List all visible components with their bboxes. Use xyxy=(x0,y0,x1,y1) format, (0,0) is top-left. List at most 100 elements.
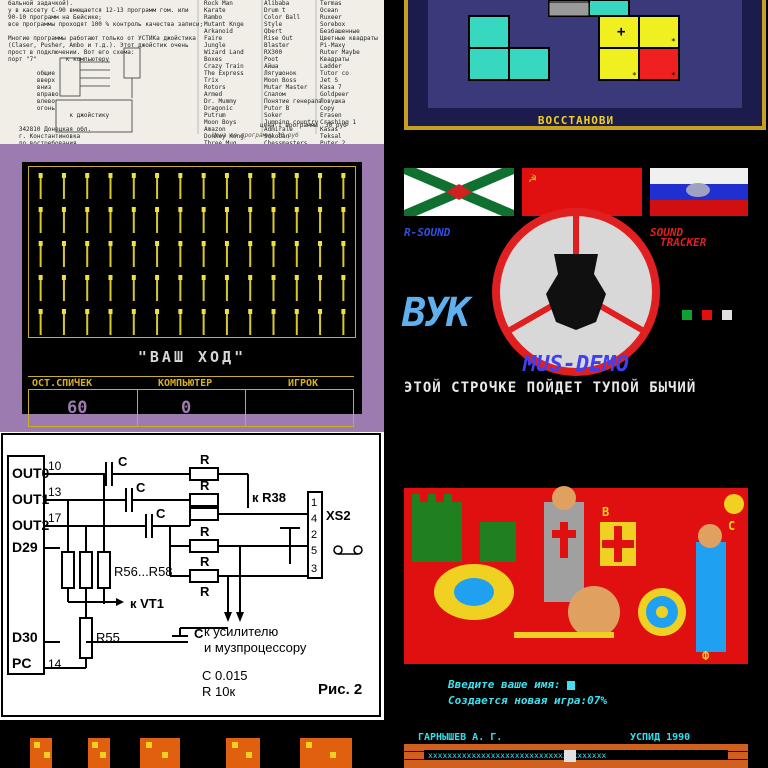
svg-text:10: 10 xyxy=(48,459,62,473)
match-stick xyxy=(131,241,136,267)
match-stick xyxy=(61,275,66,301)
mus-demo-screen: ☭ R-SOUND SOUND TRACKER ВУК MUS-DEMO ЭТО… xyxy=(384,144,768,432)
match-stick xyxy=(318,309,323,335)
svg-text:R: R xyxy=(200,524,210,539)
match-stick xyxy=(318,173,323,199)
match-stick xyxy=(201,309,206,335)
match-stick xyxy=(341,309,346,335)
svg-text:С: С xyxy=(728,519,735,533)
value-computer: 0 xyxy=(181,398,192,418)
match-stick xyxy=(155,207,160,233)
svg-text:R: R xyxy=(200,554,210,569)
pin-label-pc: PC xyxy=(12,655,31,671)
value-remaining: 60 xyxy=(67,398,88,418)
match-stick xyxy=(201,207,206,233)
flag-russia xyxy=(650,168,748,216)
puzzle-block-cyan xyxy=(468,47,510,81)
match-stick xyxy=(201,275,206,301)
match-stick xyxy=(294,207,299,233)
puzzle-block-cyan xyxy=(588,0,630,17)
match-stick xyxy=(224,207,229,233)
match-stick xyxy=(178,275,183,301)
svg-text:Ф: Ф xyxy=(702,649,710,663)
svg-text:C: C xyxy=(136,480,146,495)
pin-label-out0: OUT0 xyxy=(12,465,50,481)
match-stick xyxy=(178,241,183,267)
match-stick xyxy=(224,241,229,267)
match-stick xyxy=(108,275,113,301)
brick-wall: xxxxxxxxxxxxxxxxxxxxxxxxxxxxxxxxxxxxx xyxy=(404,744,748,768)
pin-label-d30: D30 xyxy=(12,629,38,645)
circuit-diagram: OUT0 OUT1 OUT2 D29 D30 PC 10 13 17 14 C … xyxy=(0,432,384,720)
match-stick xyxy=(131,275,136,301)
match-stick xyxy=(294,275,299,301)
svg-text:2: 2 xyxy=(311,529,317,541)
knight-figure xyxy=(544,486,584,602)
match-stick xyxy=(155,241,160,267)
svg-text:17: 17 xyxy=(48,511,62,525)
svg-text:В: В xyxy=(602,505,609,519)
match-stick xyxy=(61,241,66,267)
match-stick xyxy=(271,173,276,199)
match-stick xyxy=(131,173,136,199)
name-prompt-label: Введите ваше имя: xyxy=(448,678,561,691)
mercedes-logo-icon xyxy=(492,208,660,376)
loading-status: Создается новая игра:07% xyxy=(448,694,607,707)
svg-text:13: 13 xyxy=(48,485,62,499)
match-stick xyxy=(341,207,346,233)
match-stick xyxy=(38,173,43,199)
match-stick xyxy=(108,207,113,233)
match-stick xyxy=(248,309,253,335)
header-computer: КОМПЬЮТЕР xyxy=(158,378,213,389)
sprite-row xyxy=(30,738,352,768)
match-stick xyxy=(85,207,90,233)
puzzle-game-screen: + * * * ВОССТАНОВИ xyxy=(384,0,768,144)
label-to-vt1: к VT1 xyxy=(130,596,164,611)
label-to-amplifier: к усилителю xyxy=(204,624,278,639)
svg-text:C: C xyxy=(118,454,128,469)
svg-text:R: R xyxy=(200,452,210,467)
match-stick xyxy=(318,275,323,301)
svg-text:R: R xyxy=(200,584,210,599)
match-stick xyxy=(294,309,299,335)
header-player: ИГРОК xyxy=(288,378,319,389)
match-stick xyxy=(201,241,206,267)
match-stick xyxy=(61,173,66,199)
turn-prompt: "ВАШ ХОД" xyxy=(137,348,247,366)
puzzle-block-cyan xyxy=(508,47,550,81)
match-stick xyxy=(131,207,136,233)
label-to-r38: к R38 xyxy=(252,490,286,505)
label-r55: R55 xyxy=(96,630,120,645)
match-stick xyxy=(108,241,113,267)
pin-label-out2: OUT2 xyxy=(12,517,50,533)
match-stick xyxy=(178,173,183,199)
match-stick xyxy=(85,173,90,199)
match-stick xyxy=(248,207,253,233)
svg-text:1: 1 xyxy=(311,497,317,509)
flag-naval xyxy=(404,168,514,216)
match-stick xyxy=(38,207,43,233)
scrolling-ticker: ЭТОЙ СТРОЧКЕ ПОЙДЕТ ТУПОЙ БЫЧИЙ xyxy=(404,380,697,396)
puzzle-block-cyan xyxy=(468,15,510,49)
svg-text:C: C xyxy=(194,626,204,641)
match-stick xyxy=(155,309,160,335)
match-stick xyxy=(341,173,346,199)
sword-icon xyxy=(514,632,614,638)
knights-artwork: В С Ф xyxy=(404,486,748,664)
pin-label-out1: OUT1 xyxy=(12,491,50,507)
doc-footer-price: цена 1 программы 30 руб xyxy=(260,122,347,129)
match-stick xyxy=(224,173,229,199)
circuit-schematic: OUT0 OUT1 OUT2 D29 D30 PC 10 13 17 14 C … xyxy=(1,433,381,717)
match-stick xyxy=(108,173,113,199)
figure-caption: Рис. 2 xyxy=(318,681,362,698)
mus-demo-title: MUS-DEMO xyxy=(523,352,629,377)
label-r-sound: R-SOUND xyxy=(404,226,451,239)
matches-game-screen: "ВАШ ХОД" ОСТ.СПИЧЕК КОМПЬЮТЕР ИГРОК 60 … xyxy=(0,144,384,432)
player-sprite xyxy=(564,750,576,762)
match-stick xyxy=(85,309,90,335)
match-stick xyxy=(108,309,113,335)
name-prompt[interactable]: Введите ваше имя: xyxy=(448,678,576,691)
pin-label-d29: D29 xyxy=(12,539,38,555)
logo-vuk: ВУК xyxy=(402,290,470,336)
match-stick xyxy=(61,309,66,335)
